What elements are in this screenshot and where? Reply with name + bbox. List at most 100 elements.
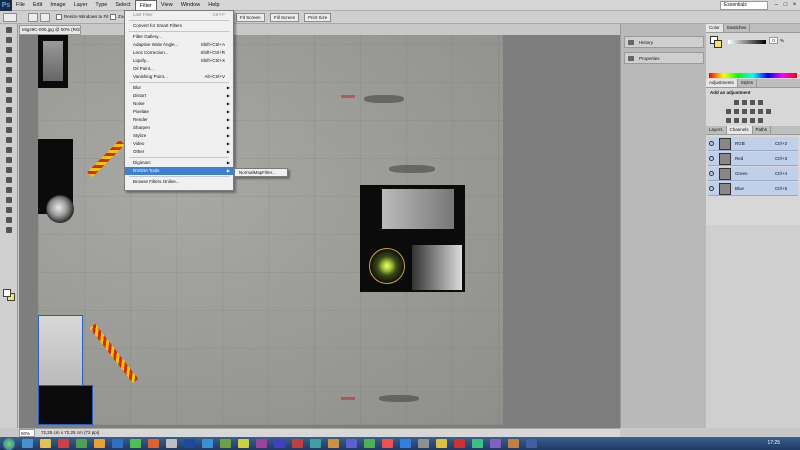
filter-menu-item-oil-paint[interactable]: Oil Paint... [125,65,233,73]
blur-tool-icon[interactable] [2,145,16,154]
menu-image[interactable]: Image [46,0,69,11]
posterize-icon[interactable] [734,118,739,123]
app-icon[interactable] [256,439,267,448]
color-spectrum-ramp[interactable] [709,73,797,78]
filter-menu-item-convert-for-smart-filters[interactable]: Convert for Smart Filters [125,22,233,30]
document-tab[interactable]: Mig29C-005.jpg @ 50% (RGB/8#) [19,25,81,35]
tab-color[interactable]: Color [706,24,724,32]
app-icon[interactable] [238,439,249,448]
app-icon[interactable] [382,439,393,448]
app-icon[interactable] [400,439,411,448]
shape-tool-icon[interactable] [2,195,16,204]
app-icon[interactable] [112,439,123,448]
filter-menu-item-video[interactable]: Video ▶ [125,140,233,148]
app-icon[interactable] [526,439,537,448]
menu-select[interactable]: Select [111,0,134,11]
brightness-contrast-icon[interactable] [734,100,739,105]
properties-panel-button[interactable]: Properties [624,52,704,64]
channel-row-red[interactable]: Red Ctrl+3 [708,152,798,166]
app-icon[interactable] [292,439,303,448]
filter-menu-item-browse-filters-online[interactable]: Browse Filters Online... [125,178,233,186]
fit-screen-button[interactable]: Fit Screen [236,13,265,22]
tab-styles[interactable]: Styles [738,79,758,87]
zoom-in-icon[interactable] [28,13,38,22]
eraser-tool-icon[interactable] [2,125,16,134]
app-icon[interactable] [274,439,285,448]
close-icon[interactable]: × [791,1,798,9]
app-icon[interactable] [310,439,321,448]
path-select-tool-icon[interactable] [2,185,16,194]
gradient-tool-icon[interactable] [2,135,16,144]
brush-tool-icon[interactable] [2,95,16,104]
filter-menu-item-stylize[interactable]: Stylize ▶ [125,132,233,140]
k-slider[interactable] [728,40,766,44]
app-icon[interactable] [202,439,213,448]
taskbar-clock[interactable]: 17:25 [767,440,780,446]
menu-window[interactable]: Window [177,0,205,11]
channel-row-rgb[interactable]: RGB Ctrl+2 [708,137,798,151]
black-white-icon[interactable] [750,109,755,114]
tab-adjustments[interactable]: Adjustments [706,79,738,87]
app-icon[interactable] [94,439,105,448]
tab-paths[interactable]: Paths [753,126,772,134]
maximize-icon[interactable]: □ [782,1,789,9]
filter-menu-item-nvidia-tools[interactable]: NVIDIA Tools ▶ [125,167,233,175]
eyedropper-tool-icon[interactable] [2,75,16,84]
curves-icon[interactable] [750,100,755,105]
filter-menu-item-liquify[interactable]: Liquify... Shift+Ctrl+X [125,57,233,65]
print-size-button[interactable]: Print Size [304,13,332,22]
filter-menu-item-distort[interactable]: Distort ▶ [125,92,233,100]
app-icon[interactable] [76,439,87,448]
menu-view[interactable]: View [157,0,177,11]
history-brush-tool-icon[interactable] [2,115,16,124]
eye-icon[interactable] [709,141,714,146]
channel-row-green[interactable]: Green Ctrl+4 [708,167,798,181]
workspace-select[interactable]: Essentials [720,1,768,10]
menu-edit[interactable]: Edit [29,0,46,11]
app-icon[interactable] [472,439,483,448]
filter-menu-item-vanishing-point[interactable]: Vanishing Point... Alt+Ctrl+V [125,73,233,81]
color-balance-icon[interactable] [742,109,747,114]
app-icon[interactable] [490,439,501,448]
healing-tool-icon[interactable] [2,85,16,94]
move-tool-icon[interactable] [2,25,16,34]
threshold-icon[interactable] [742,118,747,123]
quick-select-tool-icon[interactable] [2,55,16,64]
tab-channels[interactable]: Channels [726,126,753,134]
levels-icon[interactable] [742,100,747,105]
history-panel-button[interactable]: History [624,36,704,48]
explorer-icon[interactable] [40,439,51,448]
fill-screen-button[interactable]: Fill Screen [270,13,300,22]
eye-icon[interactable] [709,171,714,176]
filter-menu-item-noise[interactable]: Noise ▶ [125,100,233,108]
app-icon[interactable] [328,439,339,448]
menu-layer[interactable]: Layer [70,0,92,11]
filter-menu-item-lens-correction[interactable]: Lens Correction... Shift+Ctrl+R [125,49,233,57]
eye-icon[interactable] [709,186,714,191]
app-icon[interactable] [58,439,69,448]
type-tool-icon[interactable] [2,175,16,184]
app-icon[interactable] [508,439,519,448]
app-icon[interactable] [364,439,375,448]
app-icon[interactable] [148,439,159,448]
k-value-field[interactable]: 0 [769,37,778,44]
hand-tool-icon[interactable] [2,215,16,224]
menu-filter[interactable]: Filter [134,0,157,11]
channel-mixer-icon[interactable] [766,109,771,114]
normal-map-filter-item[interactable]: NormalMapFilter... [235,169,287,177]
menu-help[interactable]: Help [204,0,223,11]
app-icon[interactable] [454,439,465,448]
invert-icon[interactable] [726,118,731,123]
marquee-tool-icon[interactable] [2,35,16,44]
tab-swatches[interactable]: Swatches [724,24,751,32]
vibrance-icon[interactable] [726,109,731,114]
foreground-color-swatch[interactable] [3,289,11,297]
start-button-icon[interactable] [3,438,15,450]
crop-tool-icon[interactable] [2,65,16,74]
filter-menu-item-other[interactable]: Other ▶ [125,148,233,156]
resize-windows-checkbox[interactable] [56,14,62,20]
ie-icon[interactable] [22,439,33,448]
photo-filter-icon[interactable] [758,109,763,114]
filter-menu-item-render[interactable]: Render ▶ [125,116,233,124]
zoom-field[interactable]: 50% [19,429,35,437]
